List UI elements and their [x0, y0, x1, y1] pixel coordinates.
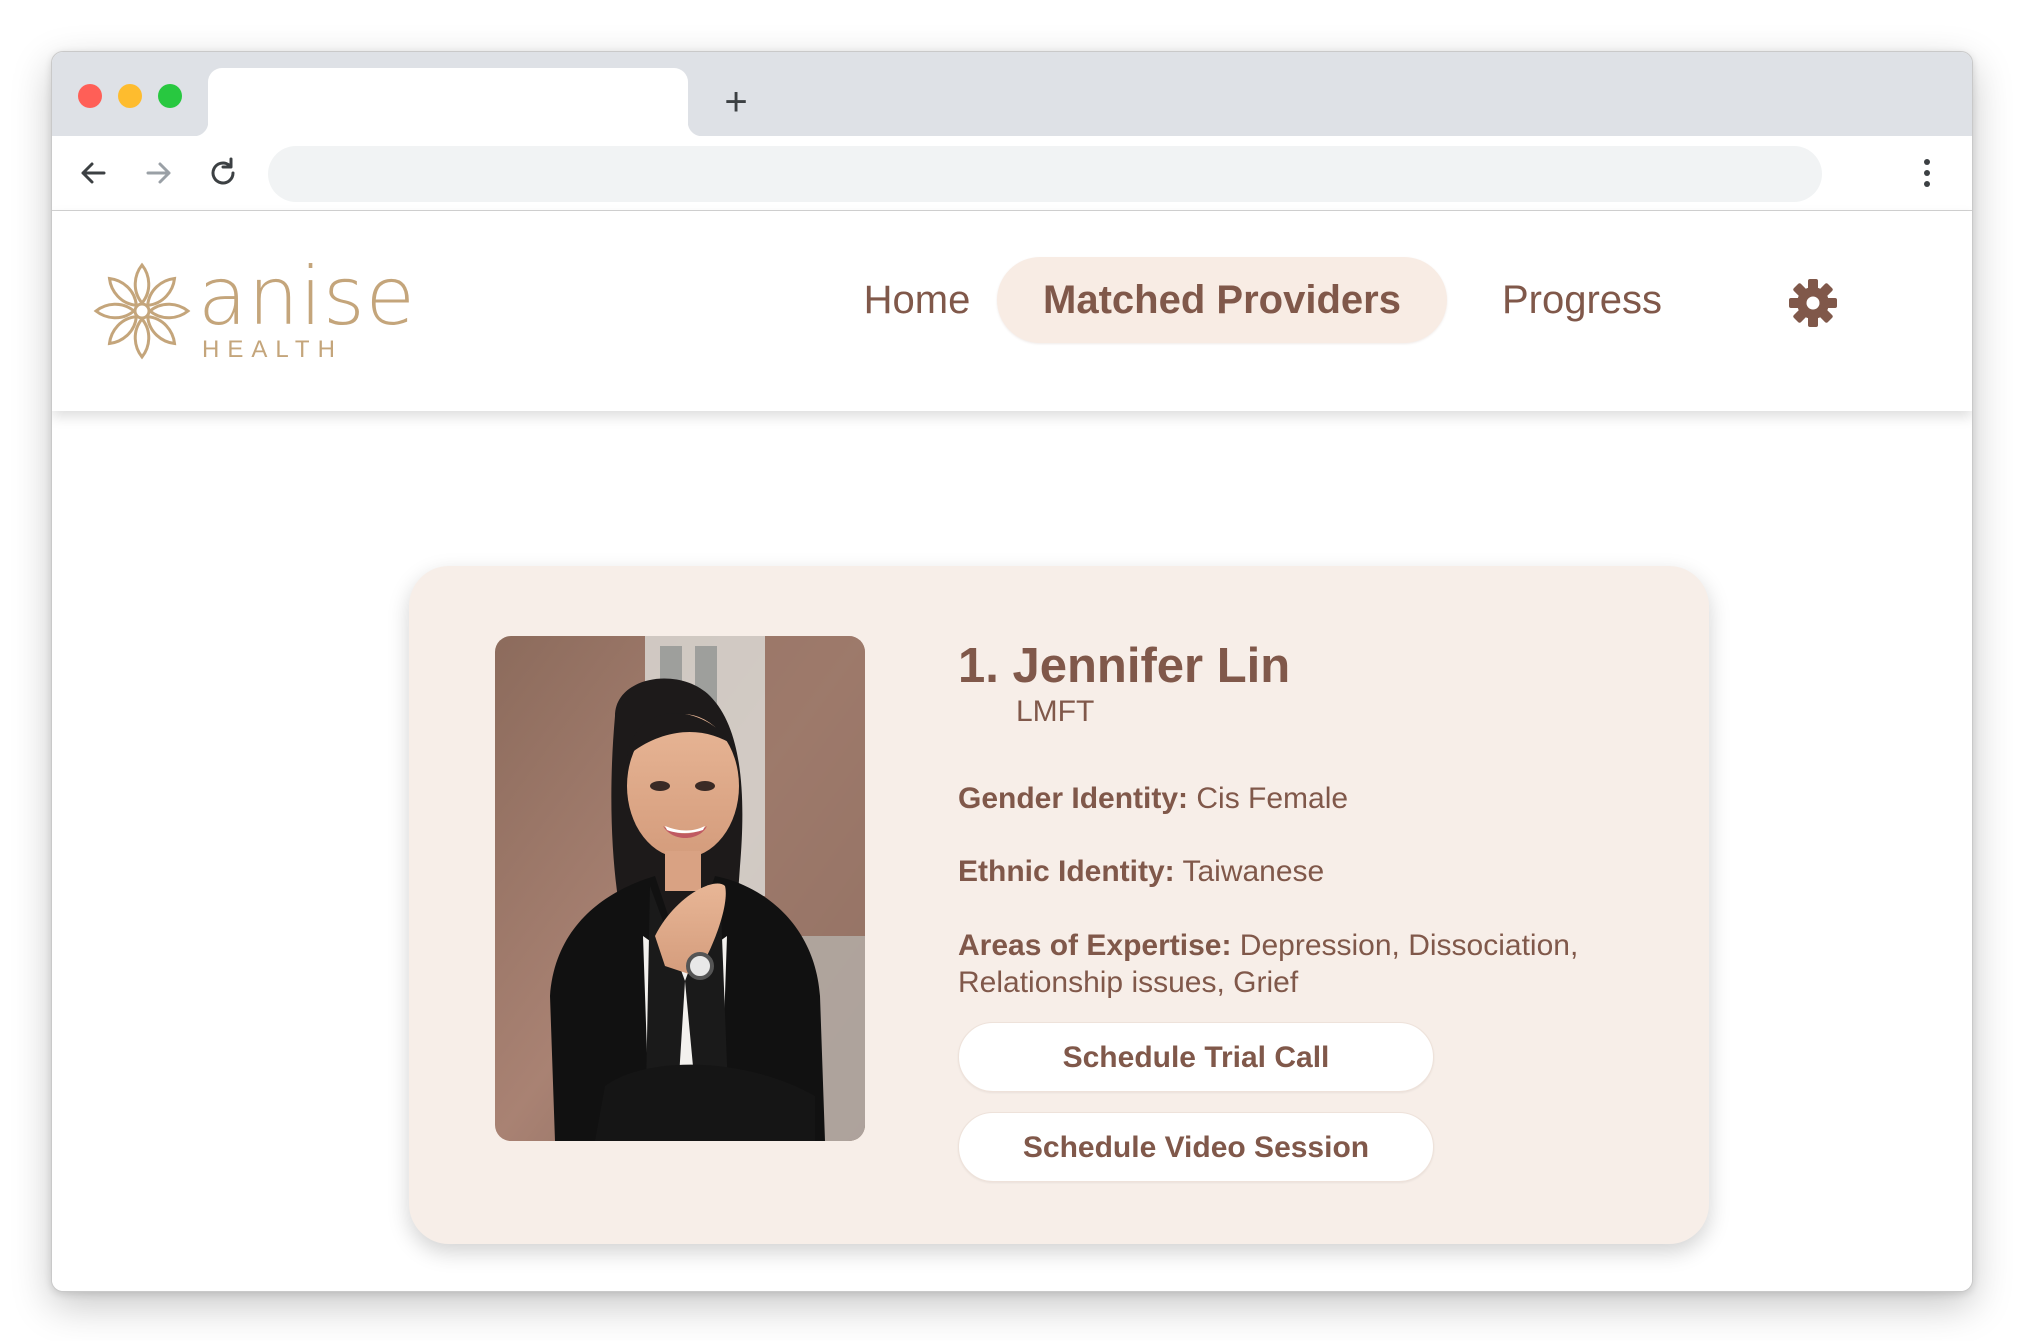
gear-icon: [1789, 279, 1837, 327]
reload-button[interactable]: [204, 154, 242, 192]
browser-window: + anise HEALTH Home Matched Providers Pr…: [51, 51, 1973, 1292]
provider-photo: [495, 636, 865, 1141]
forward-button[interactable]: [140, 154, 178, 192]
reload-icon: [211, 157, 235, 185]
nav-matched-providers[interactable]: Matched Providers: [997, 257, 1447, 343]
provider-name: 1. Jennifer Lin: [958, 639, 1291, 693]
gender-identity-label: Gender Identity:: [958, 782, 1189, 815]
ethnic-identity-label: Ethnic Identity:: [958, 855, 1175, 888]
areas-of-expertise-field: Areas of Expertise: Depression, Dissocia…: [958, 927, 1638, 1001]
gender-identity-field: Gender Identity: Cis Female: [958, 780, 1638, 817]
nav-progress[interactable]: Progress: [1462, 257, 1702, 343]
close-window-button[interactable]: [78, 84, 102, 108]
areas-of-expertise-label: Areas of Expertise:: [958, 929, 1232, 962]
provider-credential: LMFT: [1016, 695, 1095, 728]
settings-button[interactable]: [1789, 279, 1837, 327]
forward-arrow-icon: [146, 162, 171, 184]
address-bar[interactable]: [268, 146, 1822, 202]
flower-logo-icon: [93, 262, 191, 360]
schedule-trial-call-button[interactable]: Schedule Trial Call: [958, 1022, 1434, 1092]
provider-portrait: [495, 636, 865, 1141]
logo-subtitle: HEALTH: [202, 336, 343, 363]
kebab-menu-icon: [1924, 159, 1930, 187]
ethnic-identity-value: Taiwanese: [1182, 855, 1325, 888]
logo-wordmark: anise: [198, 250, 416, 343]
minimize-window-button[interactable]: [118, 84, 142, 108]
anise-health-logo[interactable]: anise HEALTH: [90, 257, 430, 367]
schedule-video-session-button[interactable]: Schedule Video Session: [958, 1112, 1434, 1182]
site-header: anise HEALTH Home Matched Providers Prog…: [52, 211, 1972, 411]
browser-toolbar: [52, 136, 1972, 211]
back-arrow-icon: [81, 162, 106, 184]
maximize-window-button[interactable]: [158, 84, 182, 108]
provider-card: 1. Jennifer Lin LMFT Gender Identity: Ci…: [409, 566, 1709, 1244]
browser-menu-button[interactable]: [1907, 152, 1947, 194]
back-button[interactable]: [74, 154, 112, 192]
browser-tab[interactable]: [194, 68, 702, 136]
gender-identity-value: Cis Female: [1196, 782, 1349, 815]
ethnic-identity-field: Ethnic Identity: Taiwanese: [958, 853, 1638, 890]
browser-tab-bar: +: [52, 52, 1972, 136]
page-content: anise HEALTH Home Matched Providers Prog…: [52, 211, 1972, 1291]
new-tab-button[interactable]: +: [716, 82, 756, 122]
